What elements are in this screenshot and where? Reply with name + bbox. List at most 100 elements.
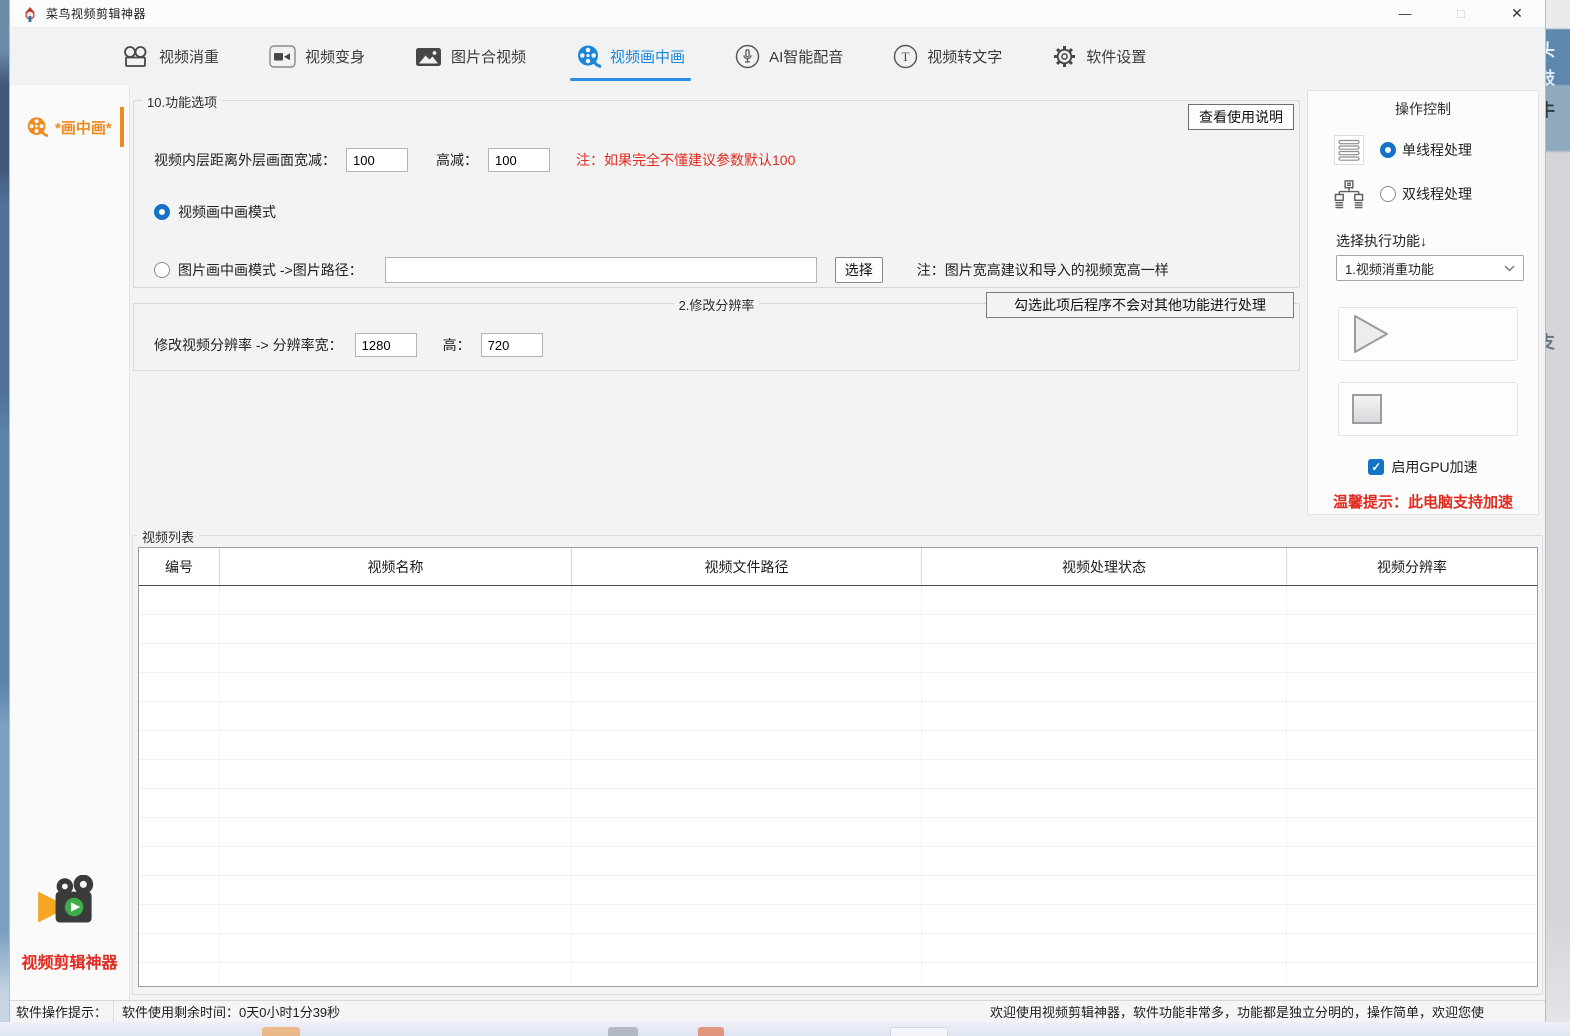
image-mode-radio[interactable]	[154, 262, 170, 278]
table-cell	[1287, 731, 1537, 759]
table-cell	[139, 847, 220, 875]
main-content: 10.功能选项 查看使用说明 视频内层距离外层画面宽减： 高减： 注：如果完全不…	[130, 85, 1545, 1000]
table-row[interactable]	[139, 702, 1537, 731]
column-header[interactable]: 视频名称	[220, 548, 572, 585]
table-cell	[220, 789, 572, 817]
table-cell	[139, 818, 220, 846]
table-cell	[1287, 702, 1537, 730]
column-header[interactable]: 编号	[139, 548, 220, 585]
table-cell	[922, 644, 1287, 672]
choose-image-button[interactable]: 选择	[835, 257, 883, 283]
function-select[interactable]: 1.视频消重功能	[1336, 255, 1524, 281]
table-cell	[922, 702, 1287, 730]
window-title: 菜鸟视频剪辑神器	[46, 5, 146, 22]
column-header[interactable]: 视频文件路径	[572, 548, 922, 585]
table-row[interactable]	[139, 963, 1537, 987]
microphone-icon	[735, 44, 760, 69]
table-cell	[139, 789, 220, 817]
table-cell	[572, 731, 922, 759]
table-row[interactable]	[139, 644, 1537, 673]
height-reduction-input[interactable]	[488, 148, 550, 172]
tab-label: AI智能配音	[769, 46, 843, 67]
table-cell	[922, 760, 1287, 788]
maximize-button[interactable]: □	[1433, 0, 1489, 27]
tab-label: 软件设置	[1086, 46, 1146, 67]
tab-video-to-text[interactable]: T 视频转文字	[893, 44, 1002, 69]
single-thread-radio[interactable]	[1380, 142, 1396, 158]
resolution-width-input[interactable]	[355, 333, 417, 357]
resolution-height-input[interactable]	[481, 333, 543, 357]
tab-bar: 视频消重 视频变身 图片合视频	[10, 28, 1545, 85]
taskbar-edge-strip	[0, 1022, 1570, 1036]
tab-image-to-video[interactable]: 图片合视频	[415, 46, 526, 68]
table-cell	[922, 615, 1287, 643]
tab-label: 图片合视频	[451, 46, 526, 67]
sidebar-item-picture-in-picture[interactable]: *画中画*	[10, 107, 129, 147]
table-row[interactable]	[139, 673, 1537, 702]
table-cell	[1287, 963, 1537, 987]
tab-settings[interactable]: 软件设置	[1052, 44, 1146, 69]
width-reduction-input[interactable]	[346, 148, 408, 172]
sidebar-item-label: *画中画*	[55, 117, 112, 138]
stop-processing-button[interactable]	[1338, 382, 1518, 436]
app-window: 菜鸟视频剪辑神器 — □ ✕ 视频消重 视频变身	[10, 0, 1545, 1022]
minimize-button[interactable]: —	[1377, 0, 1433, 27]
table-row[interactable]	[139, 586, 1537, 615]
table-row[interactable]	[139, 905, 1537, 934]
tab-label: 视频转文字	[927, 46, 1002, 67]
welcome-text: 欢迎使用视频剪辑神器，软件功能非常多，功能都是独立分明的，操作简单，欢迎您使	[990, 1002, 1545, 1021]
start-processing-button[interactable]	[1338, 307, 1518, 361]
table-row[interactable]	[139, 847, 1537, 876]
table-row[interactable]	[139, 731, 1537, 760]
gpu-support-tip: 温馨提示：此电脑支持加速	[1308, 491, 1538, 512]
video-mode-label: 视频画中画模式	[178, 202, 276, 222]
table-row[interactable]	[139, 818, 1537, 847]
tab-picture-in-picture[interactable]: 视频画中画	[576, 44, 685, 69]
table-cell	[922, 963, 1287, 987]
single-thread-label: 单线程处理	[1402, 140, 1472, 160]
gpu-checkbox[interactable]	[1368, 459, 1384, 475]
tab-video-dedupe[interactable]: 视频消重	[122, 45, 219, 69]
table-cell	[922, 905, 1287, 933]
table-cell	[1287, 615, 1537, 643]
table-cell	[220, 963, 572, 987]
table-row[interactable]	[139, 934, 1537, 963]
taskbar-icon-fragment	[890, 1027, 948, 1036]
panel-title: 操作控制	[1308, 99, 1538, 119]
close-button[interactable]: ✕	[1489, 0, 1545, 27]
table-cell	[220, 673, 572, 701]
function-select-value: 1.视频消重功能	[1345, 259, 1434, 278]
table-row[interactable]	[139, 876, 1537, 905]
app-logo	[10, 875, 129, 942]
operation-control-panel: 操作控制 单线程处	[1307, 90, 1539, 515]
app-logo-text: 视频剪辑神器	[10, 949, 129, 973]
table-row[interactable]	[139, 760, 1537, 789]
dual-thread-radio[interactable]	[1380, 186, 1396, 202]
table-cell	[922, 673, 1287, 701]
table-row[interactable]	[139, 615, 1537, 644]
desktop-text-fragment: 支	[1545, 328, 1555, 353]
tab-video-transform[interactable]: 视频变身	[269, 45, 365, 68]
view-help-button[interactable]: 查看使用说明	[1188, 104, 1294, 130]
svg-text:T: T	[902, 49, 910, 64]
table-cell	[1287, 644, 1537, 672]
table-row[interactable]	[139, 789, 1537, 818]
table-cell	[220, 586, 572, 614]
video-mode-row: 视频画中画模式	[154, 201, 276, 223]
table-cell	[572, 760, 922, 788]
table-cell	[1287, 760, 1537, 788]
image-path-input[interactable]	[385, 257, 817, 283]
exclusive-mode-note[interactable]: 勾选此项后程序不会对其他功能进行处理	[986, 292, 1294, 318]
table-cell	[220, 615, 572, 643]
dual-thread-icon	[1334, 179, 1364, 209]
table-cell	[139, 731, 220, 759]
default-param-note: 注：如果完全不懂建议参数默认100	[576, 150, 795, 170]
table-cell	[922, 934, 1287, 962]
table-cell	[1287, 876, 1537, 904]
gpu-checkbox-label: 启用GPU加速	[1391, 457, 1477, 477]
tab-ai-dubbing[interactable]: AI智能配音	[735, 44, 843, 69]
video-camera-icon	[269, 45, 296, 68]
column-header[interactable]: 视频处理状态	[922, 548, 1287, 585]
video-mode-radio[interactable]	[154, 204, 170, 220]
column-header[interactable]: 视频分辨率	[1287, 548, 1537, 585]
